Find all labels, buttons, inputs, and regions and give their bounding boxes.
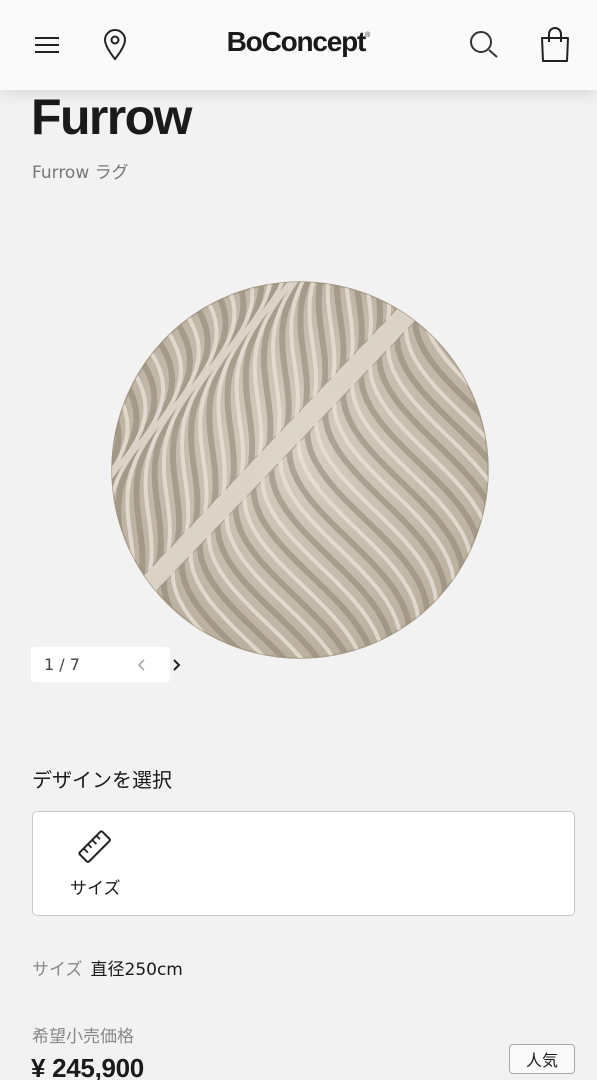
size-info-label: サイズ — [32, 960, 83, 980]
brand-logo-text: BoConcept — [226, 26, 367, 57]
gallery-pager: 1 / 7 — [31, 647, 181, 682]
brand-logo[interactable]: BoConcept® — [0, 26, 597, 58]
product-title: Furrow — [31, 89, 192, 145]
chevron-left-icon — [137, 659, 145, 671]
size-option-label: サイズ — [70, 879, 121, 899]
gallery-counter: 1 / 7 — [44, 655, 80, 674]
rrp-label: 希望小売価格 — [32, 1027, 134, 1047]
chevron-right-icon — [173, 659, 181, 671]
next-image-button[interactable] — [166, 655, 186, 675]
previous-image-button[interactable] — [132, 655, 152, 675]
size-info: サイズ 直径250cm — [32, 955, 183, 980]
top-header: BoConcept® — [0, 0, 597, 90]
registered-mark: ® — [365, 31, 371, 39]
popular-badge: 人気 — [509, 1044, 575, 1074]
ruler-icon — [75, 827, 115, 867]
product-subtitle: Furrow ラグ — [32, 163, 129, 183]
size-option-card[interactable]: サイズ — [32, 811, 575, 916]
product-price: ¥ 245,900 — [31, 1053, 144, 1080]
product-image-rug[interactable] — [110, 280, 490, 660]
shopping-bag-icon[interactable] — [537, 27, 573, 63]
design-section-title: デザインを選択 — [32, 768, 172, 792]
size-info-value: 直径250cm — [90, 960, 183, 980]
search-icon[interactable] — [466, 27, 502, 63]
